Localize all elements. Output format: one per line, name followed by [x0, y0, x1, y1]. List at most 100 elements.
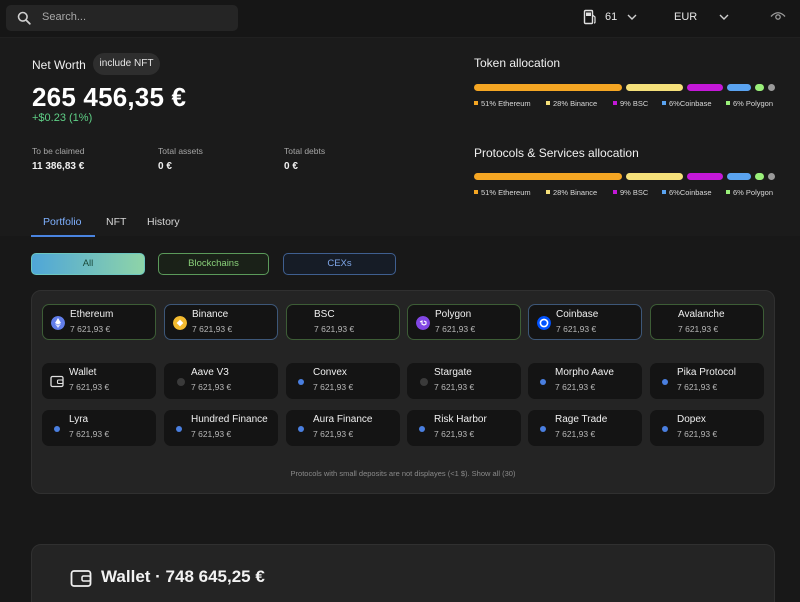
- protocol-dot-icon: [419, 426, 425, 432]
- top-bar: Search... 61 EUR: [0, 0, 800, 38]
- card-name: Stargate: [434, 367, 472, 378]
- gas-pump-icon: [583, 9, 596, 25]
- card-value: 7 621,93 €: [555, 429, 596, 439]
- card-name: Polygon: [435, 309, 472, 320]
- alloc-segment: [687, 173, 723, 180]
- wallet-icon: [50, 375, 64, 388]
- stat-label-debts: Total debts: [284, 146, 326, 156]
- protocol-dot-icon: [540, 426, 546, 432]
- token-allocation-legend: 51% Ethereum 28% Binance 9% BSC 6%Coinba…: [474, 99, 780, 109]
- card-value: 7 621,93 €: [677, 382, 718, 392]
- protocol-dot-icon: [662, 426, 668, 432]
- chevron-down-icon[interactable]: [627, 13, 637, 21]
- protocols-allocation-bar: [474, 173, 776, 180]
- filter-blockchains-button[interactable]: Blockchains: [158, 253, 269, 275]
- wallet-icon: [70, 570, 92, 587]
- card-name: Ethereum: [70, 309, 114, 320]
- card-name: Lyra: [69, 414, 89, 425]
- chain-card-bsc[interactable]: BSC 7 621,93 €: [286, 304, 400, 340]
- legend-item: 6%Coinbase: [662, 99, 712, 108]
- stat-label-claimed: To be claimed: [32, 146, 85, 156]
- protocol-card-convex[interactable]: Convex 7 621,93 €: [286, 363, 400, 399]
- protocol-dot-icon: [176, 426, 182, 432]
- chain-card-polygon[interactable]: Polygon 7 621,93 €: [407, 304, 521, 340]
- chain-card-avalanche[interactable]: Avalanche 7 621,93 €: [650, 304, 764, 340]
- tab-history[interactable]: History: [147, 216, 180, 228]
- alloc-segment: [755, 84, 764, 91]
- card-name: Avalanche: [678, 309, 725, 320]
- protocol-card-rage-trade[interactable]: Rage Trade 7 621,93 €: [528, 410, 642, 446]
- protocols-allocation-legend: 51% Ethereum 28% Binance 9% BSC 6%Coinba…: [474, 188, 780, 198]
- protocol-card-aura-finance[interactable]: Aura Finance 7 621,93 €: [286, 410, 400, 446]
- protocol-card-hundred-finance[interactable]: Hundred Finance 7 621,93 €: [164, 410, 278, 446]
- protocol-card-pika-protocol[interactable]: Pika Protocol 7 621,93 €: [650, 363, 764, 399]
- chain-card-binance[interactable]: Binance 7 621,93 €: [164, 304, 278, 340]
- wallet-section: Wallet · 748 645,25 €: [31, 544, 775, 602]
- protocol-dot-icon: [540, 379, 546, 385]
- protocol-card-dopex[interactable]: Dopex 7 621,93 €: [650, 410, 764, 446]
- card-value: 7 621,93 €: [435, 324, 476, 334]
- card-value: 7 621,93 €: [314, 324, 355, 334]
- legend-item: 9% BSC: [613, 188, 648, 197]
- card-value: 7 621,93 €: [69, 429, 110, 439]
- alloc-segment: [768, 84, 775, 91]
- alloc-segment: [727, 84, 751, 91]
- legend-item: 6%Coinbase: [662, 188, 712, 197]
- protocols-allocation-title: Protocols & Services allocation: [474, 146, 639, 160]
- eye-icon[interactable]: [770, 11, 786, 22]
- legend-item: 28% Binance: [546, 99, 597, 108]
- protocol-dot-icon: [420, 378, 428, 386]
- card-value: 7 621,93 €: [191, 382, 232, 392]
- tab-portfolio[interactable]: Portfolio: [43, 216, 82, 228]
- alloc-segment: [755, 173, 764, 180]
- card-value: 7 621,93 €: [677, 429, 718, 439]
- card-name: Aave V3: [191, 367, 229, 378]
- protocol-card-risk-harbor[interactable]: Risk Harbor 7 621,93 €: [407, 410, 521, 446]
- net-worth-value: 265 456,35 €: [32, 82, 187, 112]
- protocol-card-lyra[interactable]: Lyra 7 621,93 €: [42, 410, 156, 446]
- card-name: Wallet: [69, 367, 97, 378]
- small-deposits-note[interactable]: Protocols with small deposits are not di…: [32, 469, 774, 478]
- card-value: 7 621,93 €: [192, 324, 233, 334]
- card-value: 7 621,93 €: [313, 429, 354, 439]
- chevron-down-icon[interactable]: [719, 13, 729, 21]
- stat-value-claimed: 11 386,83 €: [32, 161, 85, 172]
- chain-card-coinbase[interactable]: Coinbase 7 621,93 €: [528, 304, 642, 340]
- card-value: 7 621,93 €: [70, 324, 111, 334]
- card-name: BSC: [314, 309, 335, 320]
- chain-card-ethereum[interactable]: Ethereum 7 621,93 €: [42, 304, 156, 340]
- alloc-segment: [727, 173, 751, 180]
- polygon-icon: [416, 316, 430, 330]
- legend-item: 51% Ethereum: [474, 99, 531, 108]
- protocol-card-aave-v3[interactable]: Aave V3 7 621,93 €: [164, 363, 278, 399]
- protocol-dot-icon: [298, 379, 304, 385]
- card-name: Convex: [313, 367, 347, 378]
- legend-item: 9% BSC: [613, 99, 648, 108]
- active-tab-indicator: [31, 235, 95, 237]
- include-nft-toggle[interactable]: include NFT: [93, 53, 160, 75]
- search-bar[interactable]: Search...: [6, 5, 238, 31]
- protocol-dot-icon: [662, 379, 668, 385]
- filter-all-button[interactable]: All: [31, 253, 145, 275]
- token-allocation-bar: [474, 84, 776, 91]
- protocol-dot-icon: [177, 378, 185, 386]
- stat-label-assets: Total assets: [158, 146, 203, 156]
- protocol-dot-icon: [298, 426, 304, 432]
- token-allocation-title: Token allocation: [474, 56, 561, 70]
- coinbase-icon: [537, 316, 551, 330]
- search-icon: [17, 11, 31, 25]
- tab-nft[interactable]: NFT: [106, 216, 126, 228]
- card-value: 7 621,93 €: [69, 382, 110, 392]
- alloc-segment: [768, 173, 775, 180]
- card-name: Pika Protocol: [677, 367, 736, 378]
- protocol-card-wallet[interactable]: Wallet 7 621,93 €: [42, 363, 156, 399]
- protocol-card-stargate[interactable]: Stargate 7 621,93 €: [407, 363, 521, 399]
- card-name: Dopex: [677, 414, 706, 425]
- alloc-segment: [626, 173, 683, 180]
- wallet-section-title: Wallet · 748 645,25 €: [101, 567, 265, 586]
- stat-value-assets: 0 €: [158, 161, 172, 172]
- currency-select[interactable]: EUR: [674, 11, 697, 23]
- filter-cexs-button[interactable]: CEXs: [283, 253, 396, 275]
- protocol-card-morpho-aave[interactable]: Morpho Aave 7 621,93 €: [528, 363, 642, 399]
- search-placeholder[interactable]: Search...: [42, 11, 86, 23]
